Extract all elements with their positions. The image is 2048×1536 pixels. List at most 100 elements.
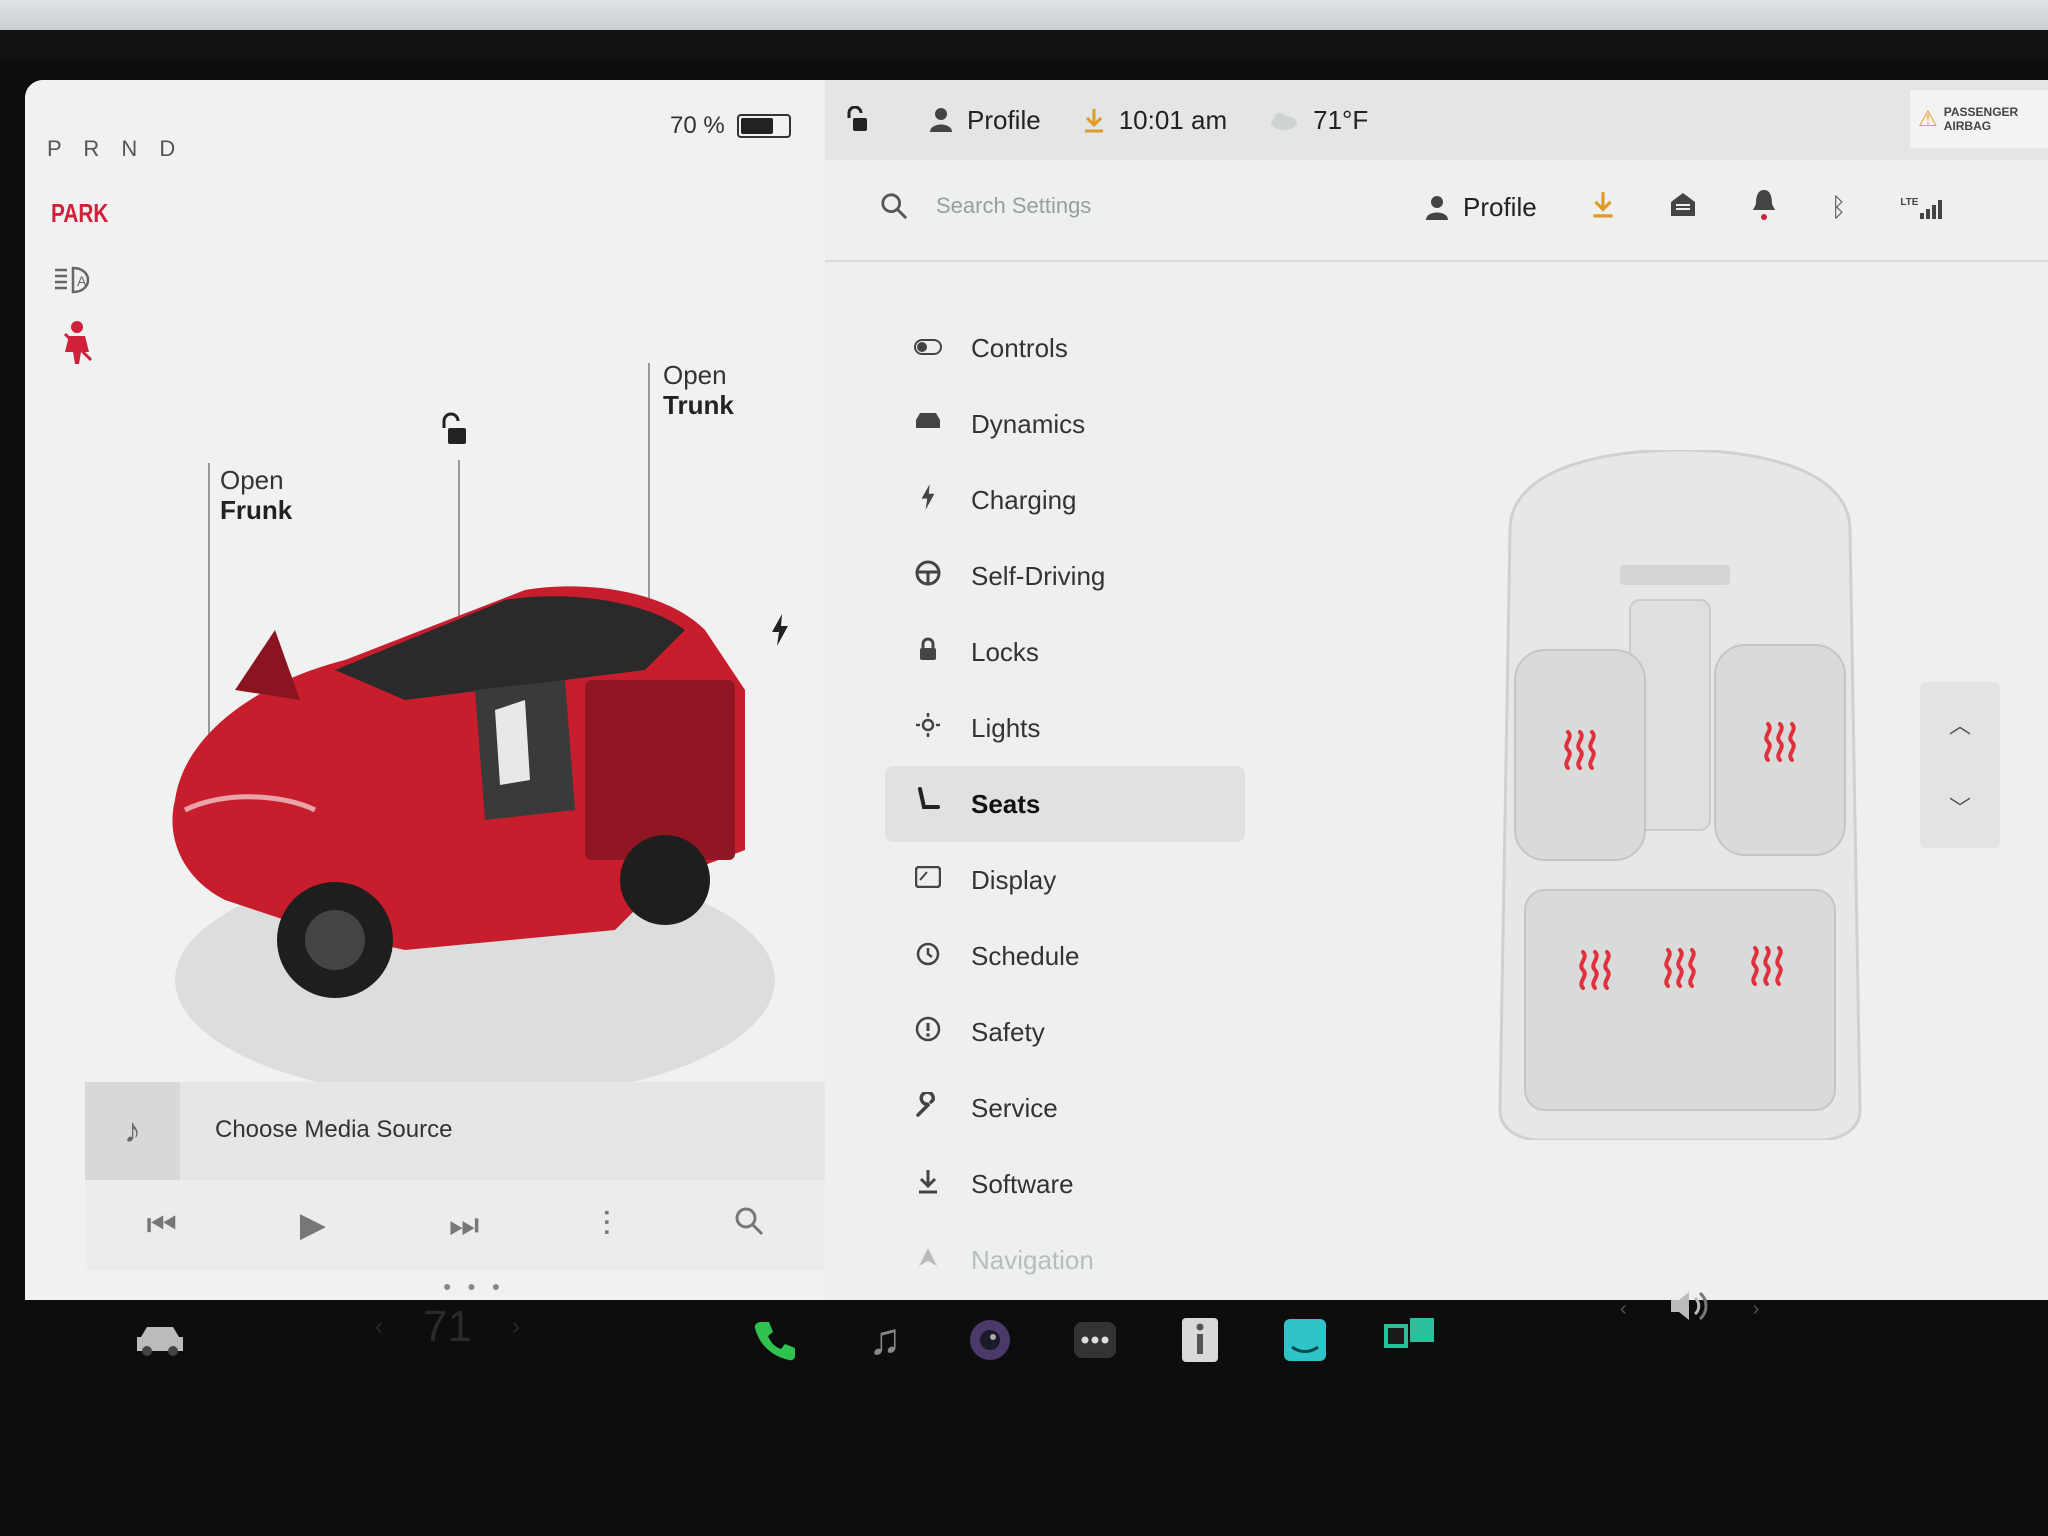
volume-down-icon[interactable]: ‹ <box>1620 1298 1627 1321</box>
airbag-line2: AIRBAG <box>1943 119 1992 133</box>
settings-menu: Controls Dynamics Charging Self-Driving Lock… <box>885 310 1245 1298</box>
bluetooth-icon[interactable]: ᛒ <box>1831 192 1847 223</box>
settings-menu-label: Navigation <box>971 1244 1094 1275</box>
open-trunk-button[interactable]: Open Trunk <box>663 360 734 420</box>
amazon-music-icon[interactable] <box>1275 1300 1335 1380</box>
media-controls: ⏮ ▶ ⏭ ⫶ <box>85 1180 825 1270</box>
profile-button[interactable]: Profile <box>1425 192 1537 223</box>
chevron-down-icon[interactable]: ﹀ <box>1920 765 2000 848</box>
garage-icon[interactable] <box>1669 190 1697 225</box>
bolt-icon <box>913 483 943 517</box>
weather: 71°F <box>1269 105 1368 136</box>
music-note-icon: ♪ <box>85 1082 180 1180</box>
cabin-temp-value[interactable]: 71 <box>423 1302 472 1352</box>
search-settings[interactable]: Search Settings <box>880 192 1091 220</box>
seat-icon <box>913 786 943 822</box>
download-icon[interactable] <box>1591 190 1615 225</box>
battery-percent: 70 % <box>670 112 725 139</box>
search-input[interactable]: Search Settings <box>936 193 1091 219</box>
trunk-label: Trunk <box>663 390 734 420</box>
settings-menu-item-service[interactable]: Service <box>885 1070 1245 1146</box>
header-icons: Profile ᛒ LTE <box>1425 188 1946 227</box>
frunk-open-label: Open <box>220 465 284 495</box>
download-icon <box>1084 109 1103 133</box>
car-model-illustration <box>172 586 775 1100</box>
settings-menu-label: Safety <box>971 1016 1045 1047</box>
gear-selector: P R N D <box>47 136 184 161</box>
phone-icon[interactable] <box>745 1300 805 1380</box>
previous-track-icon[interactable]: ⏮ <box>146 1206 177 1245</box>
settings-header: Search Settings Profile ᛒ LTE <box>825 160 2048 262</box>
volume-control: ‹ › <box>1620 1288 1759 1331</box>
settings-menu-label: Seats <box>971 788 1041 819</box>
settings-menu-label: Self-Driving <box>971 560 1106 591</box>
settings-menu-label: Display <box>971 864 1057 895</box>
seatbelt-warning-icon <box>55 318 99 368</box>
settings-menu-item-schedule[interactable]: Schedule <box>885 918 1245 994</box>
temp-down-icon[interactable]: ‹ <box>375 1313 383 1341</box>
settings-menu-item-seats[interactable]: Seats <box>885 766 1245 842</box>
download-icon <box>913 1168 943 1201</box>
svg-text:A: A <box>77 273 87 289</box>
lock-icon <box>913 637 943 668</box>
settings-menu-label: Service <box>971 1092 1058 1123</box>
search-icon <box>881 193 908 220</box>
volume-up-icon[interactable]: › <box>1753 1298 1760 1321</box>
page-dots: ● ● ● <box>443 1278 507 1294</box>
frunk-label: Frunk <box>220 495 293 525</box>
manual-icon[interactable] <box>1170 1300 1230 1380</box>
settings-menu-item-controls[interactable]: Controls <box>885 310 1245 386</box>
speaker-icon[interactable] <box>1667 1288 1713 1331</box>
settings-menu-item-dynamics[interactable]: Dynamics <box>885 386 1245 462</box>
cellular-signal-icon: LTE <box>1900 197 1946 219</box>
play-icon[interactable]: ▶ <box>300 1205 326 1245</box>
toybox-icon[interactable] <box>1380 1296 1440 1376</box>
cloud-icon <box>1271 113 1298 130</box>
settings-menu-item-self-driving[interactable]: Self-Driving <box>885 538 1245 614</box>
settings-menu-item-software[interactable]: Software <box>885 1146 1245 1222</box>
passenger-airbag-indicator: ⚠ PASSENGER AIRBAG <box>1910 90 2048 148</box>
music-icon[interactable]: ♫ <box>855 1300 915 1380</box>
media-player[interactable]: ♪ Choose Media Source <box>85 1082 825 1180</box>
settings-menu-label: Lights <box>971 712 1041 743</box>
car-icon[interactable] <box>130 1300 190 1380</box>
more-apps-icon[interactable] <box>1065 1300 1125 1380</box>
alert-icon <box>913 1016 943 1049</box>
search-icon[interactable] <box>734 1206 764 1245</box>
settings-menu-label: Controls <box>971 332 1068 363</box>
seat-view-scroller: ︿ ﹀ <box>1920 682 2000 848</box>
settings-menu-label: Software <box>971 1168 1074 1199</box>
rear-bench[interactable] <box>1524 889 1836 1111</box>
toggle-icon <box>913 334 943 362</box>
open-frunk-button[interactable]: Open Frunk <box>220 465 292 525</box>
camera-icon[interactable] <box>960 1300 1020 1380</box>
notifications-icon[interactable] <box>1751 188 1777 227</box>
settings-menu-item-locks[interactable]: Locks <box>885 614 1245 690</box>
outside-temp: 71°F <box>1313 104 1369 135</box>
next-track-icon[interactable]: ⏭ <box>449 1206 480 1245</box>
touchscreen: P R N D PARK A 70 % Open Frunk Open Trun… <box>25 80 2048 1300</box>
chevron-up-icon[interactable]: ︿ <box>1920 682 2000 765</box>
person-icon <box>1426 195 1448 220</box>
profile-button[interactable]: Profile <box>929 105 1041 136</box>
settings-menu-item-lights[interactable]: Lights <box>885 690 1245 766</box>
lte-label: LTE <box>1900 196 1919 208</box>
person-icon <box>930 108 952 132</box>
lock-status-icon[interactable] <box>845 106 869 134</box>
settings-menu-item-navigation[interactable]: Navigation <box>885 1222 1245 1298</box>
settings-menu-item-display[interactable]: Display <box>885 842 1245 918</box>
settings-menu-label: Schedule <box>971 940 1080 971</box>
auto-headlights-icon: A <box>51 260 101 300</box>
seat-heater-diagram <box>1498 450 1862 1140</box>
equalizer-icon[interactable]: ⫶ <box>602 1206 611 1245</box>
media-source-label[interactable]: Choose Media Source <box>215 1116 452 1144</box>
navigation-icon <box>913 1246 943 1275</box>
profile-label: Profile <box>1463 192 1537 222</box>
temp-up-icon[interactable]: › <box>512 1313 520 1341</box>
unlock-icon[interactable] <box>435 410 471 450</box>
settings-menu-label: Locks <box>971 636 1039 667</box>
settings-menu-item-safety[interactable]: Safety <box>885 994 1245 1070</box>
settings-menu-item-charging[interactable]: Charging <box>885 462 1245 538</box>
battery-icon <box>736 114 791 138</box>
battery-fill <box>740 118 773 134</box>
